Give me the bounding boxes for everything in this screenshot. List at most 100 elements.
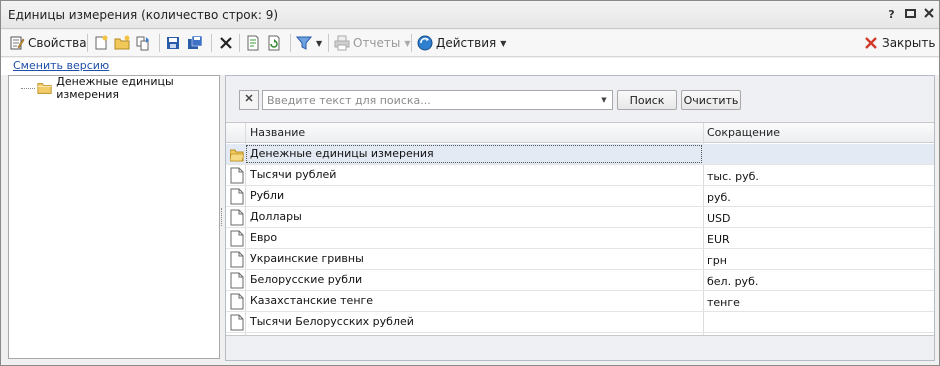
- row-abbr: грн: [707, 254, 727, 267]
- document-icon: [230, 188, 244, 205]
- row-name: Тысячи рублей: [250, 168, 337, 181]
- focus-rectangle: [246, 145, 702, 163]
- row-name: Белорусские рубли: [250, 273, 363, 286]
- chevron-down-icon: ▼: [601, 96, 607, 104]
- refresh-document-icon: [268, 35, 280, 51]
- actions-menu[interactable]: Действия ▼: [417, 33, 506, 53]
- clear-x-icon: [245, 94, 253, 102]
- restore-button[interactable]: [904, 8, 917, 21]
- row-abbr: тыс. руб.: [707, 170, 759, 183]
- toolbar-separator: [239, 34, 240, 52]
- grid-header: Название Сокращение: [226, 123, 934, 143]
- new-item-button[interactable]: [93, 33, 109, 53]
- chevron-down-icon: ▼: [500, 38, 507, 48]
- actions-globe-icon: [417, 35, 433, 51]
- row-name: Рубли: [250, 189, 285, 202]
- window: Единицы измерения (количество строк: 9) …: [0, 0, 940, 366]
- edit-document-button[interactable]: [245, 33, 261, 53]
- folder-open-icon: [230, 149, 244, 162]
- new-folder-icon: [114, 35, 130, 50]
- search-bar: ▼ Поиск Очистить: [226, 76, 934, 122]
- filter-icon: [296, 36, 312, 50]
- document-icon: [230, 272, 244, 289]
- chevron-down-icon: ▼: [404, 38, 411, 48]
- close-x-icon: [865, 37, 877, 49]
- table-row[interactable]: Украинские гривны грн: [226, 249, 934, 270]
- copy-item-button[interactable]: [135, 33, 151, 53]
- actions-label: Действия: [436, 36, 497, 50]
- printer-icon: [334, 35, 350, 51]
- reports-label: Отчеты: [353, 36, 401, 50]
- search-input[interactable]: [262, 90, 598, 110]
- document-icon: [230, 314, 244, 331]
- toolbar-separator: [211, 34, 212, 52]
- document-icon: [230, 230, 244, 247]
- restore-icon: [905, 9, 916, 18]
- link-bar: Сменить версию: [1, 58, 939, 75]
- document-icon: [230, 167, 244, 184]
- delete-button[interactable]: [218, 33, 234, 53]
- copy-document-icon: [136, 36, 149, 51]
- table-row[interactable]: Доллары USD: [226, 207, 934, 228]
- table-row[interactable]: Тысячи Белорусских рублей: [226, 312, 934, 333]
- column-header-abbr[interactable]: Сокращение: [707, 126, 780, 139]
- table-row[interactable]: Денежные единицы измерения: [226, 144, 934, 165]
- save-all-button[interactable]: [187, 33, 203, 53]
- row-abbr: тенге: [707, 296, 740, 309]
- save-all-icon: [188, 35, 203, 49]
- new-folder-button[interactable]: [114, 33, 130, 53]
- new-document-icon: [95, 35, 108, 50]
- tree-item[interactable]: Денежные единицы измерения: [21, 75, 219, 101]
- row-abbr: EUR: [707, 233, 730, 246]
- filter-button[interactable]: ▼: [296, 33, 322, 53]
- column-header-name[interactable]: Название: [250, 126, 305, 139]
- close-window-button[interactable]: [922, 8, 935, 21]
- table-row[interactable]: Рубли руб.: [226, 186, 934, 207]
- close-button[interactable]: Закрыть: [863, 33, 935, 53]
- refresh-button[interactable]: [266, 33, 282, 53]
- clear-search-button[interactable]: [239, 90, 259, 110]
- content-pane: ▼ Поиск Очистить Название Сокращение Ден…: [225, 75, 935, 361]
- delete-icon: [220, 37, 232, 49]
- row-abbr: бел. руб.: [707, 275, 759, 288]
- close-label: Закрыть: [882, 36, 936, 50]
- document-icon: [230, 209, 244, 226]
- row-name: Украинские гривны: [250, 252, 364, 265]
- row-name: Доллары: [250, 210, 302, 223]
- table-row[interactable]: Евро EUR: [226, 228, 934, 249]
- table-row[interactable]: Тысячи рублей тыс. руб.: [226, 165, 934, 186]
- table-row[interactable]: Белорусские рубли бел. руб.: [226, 270, 934, 291]
- save-button[interactable]: [165, 33, 181, 53]
- toolbar-separator: [87, 34, 88, 52]
- toolbar: Свойства ▼ Отчеты ▼ Действия ▼ Закрыть: [1, 30, 939, 57]
- tree-item-label: Денежные единицы измерения: [56, 75, 174, 101]
- table-row[interactable]: Казахстанские тенге тенге: [226, 291, 934, 312]
- document-icon: [230, 251, 244, 268]
- status-bar: [226, 335, 934, 360]
- category-tree: Денежные единицы измерения: [8, 75, 220, 359]
- pane-splitter[interactable]: [221, 208, 223, 226]
- help-button[interactable]: ?: [885, 8, 898, 21]
- search-button[interactable]: Поиск: [617, 90, 677, 110]
- clear-button[interactable]: Очистить: [681, 90, 741, 110]
- folder-icon: [37, 82, 52, 94]
- window-title: Единицы измерения (количество строк: 9): [8, 8, 279, 22]
- toolbar-separator: [411, 34, 412, 52]
- document-edit-icon: [247, 35, 259, 51]
- properties-label: Свойства: [28, 36, 87, 50]
- tree-connector: [21, 87, 36, 89]
- toolbar-separator: [290, 34, 291, 52]
- change-version-link[interactable]: Сменить версию: [13, 59, 109, 72]
- reports-menu[interactable]: Отчеты ▼: [334, 33, 411, 53]
- row-name: Казахстанские тенге: [250, 294, 374, 307]
- chevron-down-icon: ▼: [316, 38, 323, 48]
- properties-button[interactable]: Свойства: [9, 33, 87, 53]
- toolbar-separator: [159, 34, 160, 52]
- data-grid: Название Сокращение Денежные единицы изм…: [226, 122, 934, 336]
- toolbar-separator: [328, 34, 329, 52]
- document-icon: [230, 293, 244, 310]
- save-icon: [167, 37, 179, 49]
- close-icon: [923, 8, 934, 18]
- row-abbr: USD: [707, 212, 731, 225]
- search-dropdown-button[interactable]: ▼: [596, 90, 613, 110]
